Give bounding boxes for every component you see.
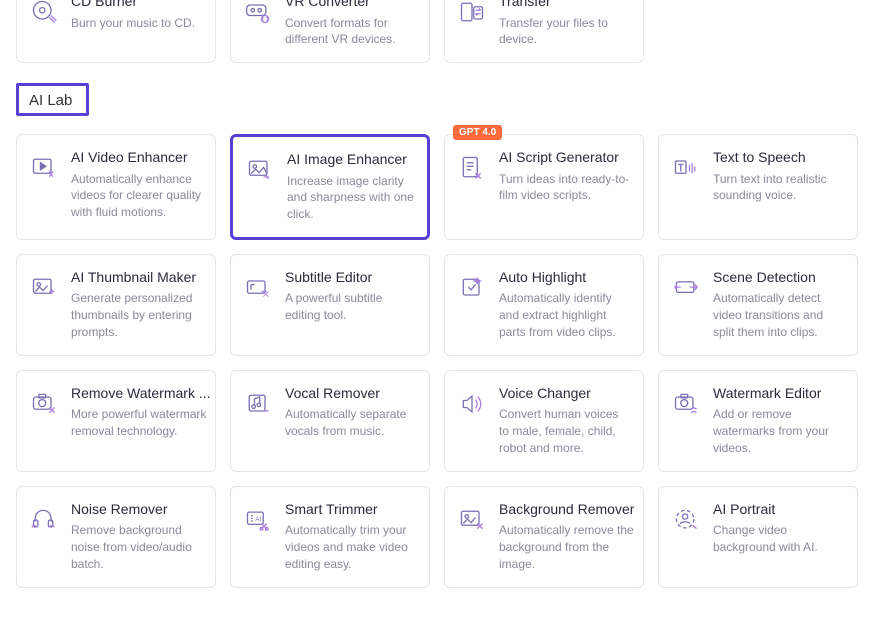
card-title: AI Portrait: [713, 501, 845, 519]
card-title: VR Converter: [285, 0, 417, 11]
card-ai-portrait[interactable]: AI Portrait Change video background with…: [658, 486, 858, 588]
scene-detection-icon: [671, 273, 701, 303]
smart-trimmer-icon: AI: [243, 505, 273, 535]
card-title: Remove Watermark ...: [71, 385, 211, 403]
card-desc: Automatically detect video transitions a…: [713, 290, 845, 340]
card-desc: Convert human voices to male, female, ch…: [499, 406, 631, 456]
background-remover-icon: [457, 505, 487, 535]
card-vocal-remover[interactable]: Vocal Remover Automatically separate voc…: [230, 370, 430, 472]
card-desc: Turn text into realistic sounding voice.: [713, 171, 845, 205]
card-title: Vocal Remover: [285, 385, 417, 403]
card-cd-burner[interactable]: CD Burner Burn your music to CD.: [16, 0, 216, 63]
section-label-ai-lab: AI Lab: [16, 83, 89, 116]
card-vr-converter[interactable]: VR Converter Convert formats for differe…: [230, 0, 430, 63]
svg-text:AI: AI: [255, 516, 261, 523]
card-desc: Automatically remove the background from…: [499, 522, 634, 572]
gpt-badge: GPT 4.0: [453, 125, 502, 140]
card-desc: Remove background noise from video/audio…: [71, 522, 203, 572]
card-title: AI Thumbnail Maker: [71, 269, 203, 287]
card-ai-video-enhancer[interactable]: AI Video Enhancer Automatically enhance …: [16, 134, 216, 240]
card-desc: Add or remove watermarks from your video…: [713, 406, 845, 456]
card-scene-detection[interactable]: Scene Detection Automatically detect vid…: [658, 254, 858, 356]
card-title: Transfer: [499, 0, 631, 11]
card-desc: Burn your music to CD.: [71, 15, 203, 32]
card-desc: Automatically identify and extract highl…: [499, 290, 631, 340]
card-title: Smart Trimmer: [285, 501, 417, 519]
card-ai-script-generator[interactable]: GPT 4.0 AI Script Generator Turn ideas i…: [444, 134, 644, 240]
card-title: Scene Detection: [713, 269, 845, 287]
card-title: Subtitle Editor: [285, 269, 417, 287]
remove-watermark-icon: [29, 389, 59, 419]
card-desc: Convert formats for different VR devices…: [285, 15, 417, 49]
vocal-remover-icon: [243, 389, 273, 419]
card-title: AI Video Enhancer: [71, 149, 203, 167]
watermark-editor-icon: [671, 389, 701, 419]
ai-portrait-icon: [671, 505, 701, 535]
card-desc: A powerful subtitle editing tool.: [285, 290, 417, 324]
voice-changer-icon: [457, 389, 487, 419]
card-desc: Automatically enhance videos for clearer…: [71, 171, 203, 221]
noise-remover-icon: [29, 505, 59, 535]
card-title: Noise Remover: [71, 501, 203, 519]
card-desc: Increase image clarity and sharpness wit…: [287, 173, 415, 223]
card-desc: More powerful watermark removal technolo…: [71, 406, 211, 440]
card-smart-trimmer[interactable]: AI Smart Trimmer Automatically trim your…: [230, 486, 430, 588]
card-voice-changer[interactable]: Voice Changer Convert human voices to ma…: [444, 370, 644, 472]
ai-lab-grid: AI Video Enhancer Automatically enhance …: [16, 134, 865, 588]
card-desc: Generate personalized thumbnails by ente…: [71, 290, 203, 340]
ai-script-generator-icon: [457, 153, 487, 183]
card-title: CD Burner: [71, 0, 203, 11]
card-watermark-editor[interactable]: Watermark Editor Add or remove watermark…: [658, 370, 858, 472]
card-desc: Automatically trim your videos and make …: [285, 522, 417, 572]
card-title: Auto Highlight: [499, 269, 631, 287]
card-title: AI Script Generator: [499, 149, 631, 167]
card-title: Voice Changer: [499, 385, 631, 403]
card-title: Text to Speech: [713, 149, 845, 167]
card-desc: Automatically separate vocals from music…: [285, 406, 417, 440]
card-desc: Change video background with AI.: [713, 522, 845, 556]
ai-image-enhancer-icon: [245, 155, 275, 185]
card-noise-remover[interactable]: Noise Remover Remove background noise fr…: [16, 486, 216, 588]
card-title: Background Remover: [499, 501, 634, 519]
ai-thumbnail-maker-icon: [29, 273, 59, 303]
card-desc: Turn ideas into ready-to-film video scri…: [499, 171, 631, 205]
vr-converter-icon: [243, 0, 273, 27]
card-auto-highlight[interactable]: Auto Highlight Automatically identify an…: [444, 254, 644, 356]
cd-burner-icon: [29, 0, 59, 27]
card-title: AI Image Enhancer: [287, 151, 415, 169]
card-subtitle-editor[interactable]: Subtitle Editor A powerful subtitle edit…: [230, 254, 430, 356]
card-text-to-speech[interactable]: Text to Speech Turn text into realistic …: [658, 134, 858, 240]
card-ai-thumbnail-maker[interactable]: AI Thumbnail Maker Generate personalized…: [16, 254, 216, 356]
card-ai-image-enhancer[interactable]: AI Image Enhancer Increase image clarity…: [230, 134, 430, 240]
transfer-icon: [457, 0, 487, 27]
card-title: Watermark Editor: [713, 385, 845, 403]
card-background-remover[interactable]: Background Remover Automatically remove …: [444, 486, 644, 588]
card-remove-watermark[interactable]: Remove Watermark ... More powerful water…: [16, 370, 216, 472]
auto-highlight-icon: [457, 273, 487, 303]
card-transfer[interactable]: Transfer Transfer your files to device.: [444, 0, 644, 63]
text-to-speech-icon: [671, 153, 701, 183]
subtitle-editor-icon: [243, 273, 273, 303]
ai-video-enhancer-icon: [29, 153, 59, 183]
card-desc: Transfer your files to device.: [499, 15, 631, 49]
